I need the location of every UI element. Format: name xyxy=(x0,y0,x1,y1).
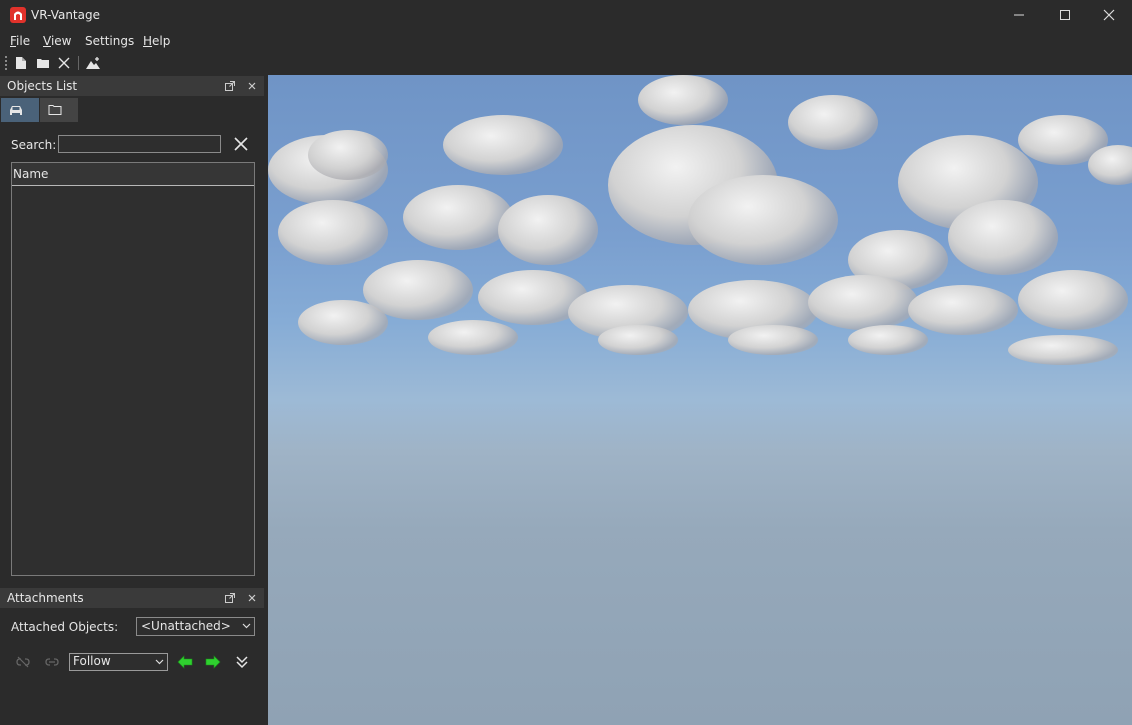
new-file-icon xyxy=(16,57,26,69)
close-icon xyxy=(248,82,256,90)
car-icon xyxy=(10,106,22,115)
app-logo-icon xyxy=(10,7,26,23)
cloud xyxy=(638,75,728,125)
attachments-titlebar[interactable]: Attachments xyxy=(0,588,264,608)
minimize-button[interactable] xyxy=(996,0,1042,30)
objects-list[interactable]: Name xyxy=(11,162,255,576)
terrain-icon xyxy=(86,57,100,69)
close-panel-button[interactable] xyxy=(247,80,259,92)
undock-icon xyxy=(225,593,235,603)
arrow-right-icon xyxy=(205,655,221,669)
menu-bar: File View Settings Help xyxy=(0,30,1132,52)
minimize-icon xyxy=(1014,14,1024,16)
unlink-icon xyxy=(16,656,30,668)
attachments-title: Attachments xyxy=(7,591,84,605)
title-bar: VR-Vantage xyxy=(0,0,1132,30)
close-window-button[interactable] xyxy=(1086,0,1132,30)
maximize-button[interactable] xyxy=(1042,0,1088,30)
chevron-down-icon xyxy=(242,623,251,629)
folder-icon xyxy=(48,105,62,115)
cloud xyxy=(598,325,678,355)
menu-help[interactable]: Help xyxy=(143,34,170,48)
cloud xyxy=(428,320,518,355)
close-panel-button[interactable] xyxy=(247,592,259,604)
undock-button[interactable] xyxy=(225,592,237,604)
cloud xyxy=(948,200,1058,275)
arrow-left-icon xyxy=(177,655,193,669)
chevron-down-icon xyxy=(155,659,164,665)
cloud xyxy=(403,185,513,250)
clear-search-button[interactable] xyxy=(231,134,251,154)
cloud xyxy=(443,115,563,175)
undock-button[interactable] xyxy=(225,80,237,92)
objects-list-title: Objects List xyxy=(7,79,78,93)
close-icon xyxy=(58,57,70,69)
next-button[interactable] xyxy=(203,653,223,671)
maximize-icon xyxy=(1060,10,1070,20)
toolbar-separator xyxy=(78,56,79,70)
link-icon xyxy=(45,658,59,666)
objects-list-panel: Objects List Search: Name xyxy=(0,76,264,586)
attachments-panel: Attachments Attached Objects: <Unattache… xyxy=(0,588,264,725)
cloud xyxy=(1018,270,1128,330)
cloud xyxy=(278,200,388,265)
terrain-button[interactable] xyxy=(83,54,101,72)
undock-icon xyxy=(225,81,235,91)
cloud xyxy=(788,95,878,150)
cloud xyxy=(688,175,838,265)
close-icon xyxy=(248,594,256,602)
cloud xyxy=(308,130,388,180)
tab-folders[interactable] xyxy=(40,98,78,122)
search-label: Search: xyxy=(11,138,57,152)
detach-button[interactable] xyxy=(13,653,33,671)
new-file-button[interactable] xyxy=(12,54,30,72)
open-folder-icon xyxy=(37,59,49,68)
cloud xyxy=(808,275,918,330)
cloud xyxy=(498,195,598,265)
double-chevron-down-icon xyxy=(236,656,248,669)
close-icon xyxy=(1103,9,1115,21)
tab-vehicles[interactable] xyxy=(1,98,39,122)
attached-objects-label: Attached Objects: xyxy=(11,620,119,634)
open-folder-button[interactable] xyxy=(34,54,52,72)
menu-settings[interactable]: Settings xyxy=(85,34,134,48)
toolbar xyxy=(0,52,1132,74)
attach-mode-dropdown[interactable]: Follow xyxy=(69,653,168,671)
cloud xyxy=(728,325,818,355)
toolbar-grip[interactable] xyxy=(5,56,7,71)
objects-list-titlebar[interactable]: Objects List xyxy=(0,76,264,96)
attached-objects-dropdown[interactable]: <Unattached> xyxy=(136,617,255,636)
cloud xyxy=(298,300,388,345)
attach-button[interactable] xyxy=(42,653,62,671)
cloud xyxy=(1088,145,1132,185)
close-file-button[interactable] xyxy=(55,54,73,72)
expand-button[interactable] xyxy=(233,653,253,671)
menu-view[interactable]: View xyxy=(43,34,71,48)
window-title: VR-Vantage xyxy=(31,8,100,22)
previous-button[interactable] xyxy=(175,653,195,671)
cloud xyxy=(848,325,928,355)
cloud xyxy=(908,285,1018,335)
scene-viewport[interactable] xyxy=(268,75,1132,725)
menu-file[interactable]: File xyxy=(10,34,30,48)
close-icon xyxy=(234,137,248,151)
search-input[interactable] xyxy=(58,135,221,153)
cloud xyxy=(1008,335,1118,365)
column-header-name[interactable]: Name xyxy=(12,163,254,186)
